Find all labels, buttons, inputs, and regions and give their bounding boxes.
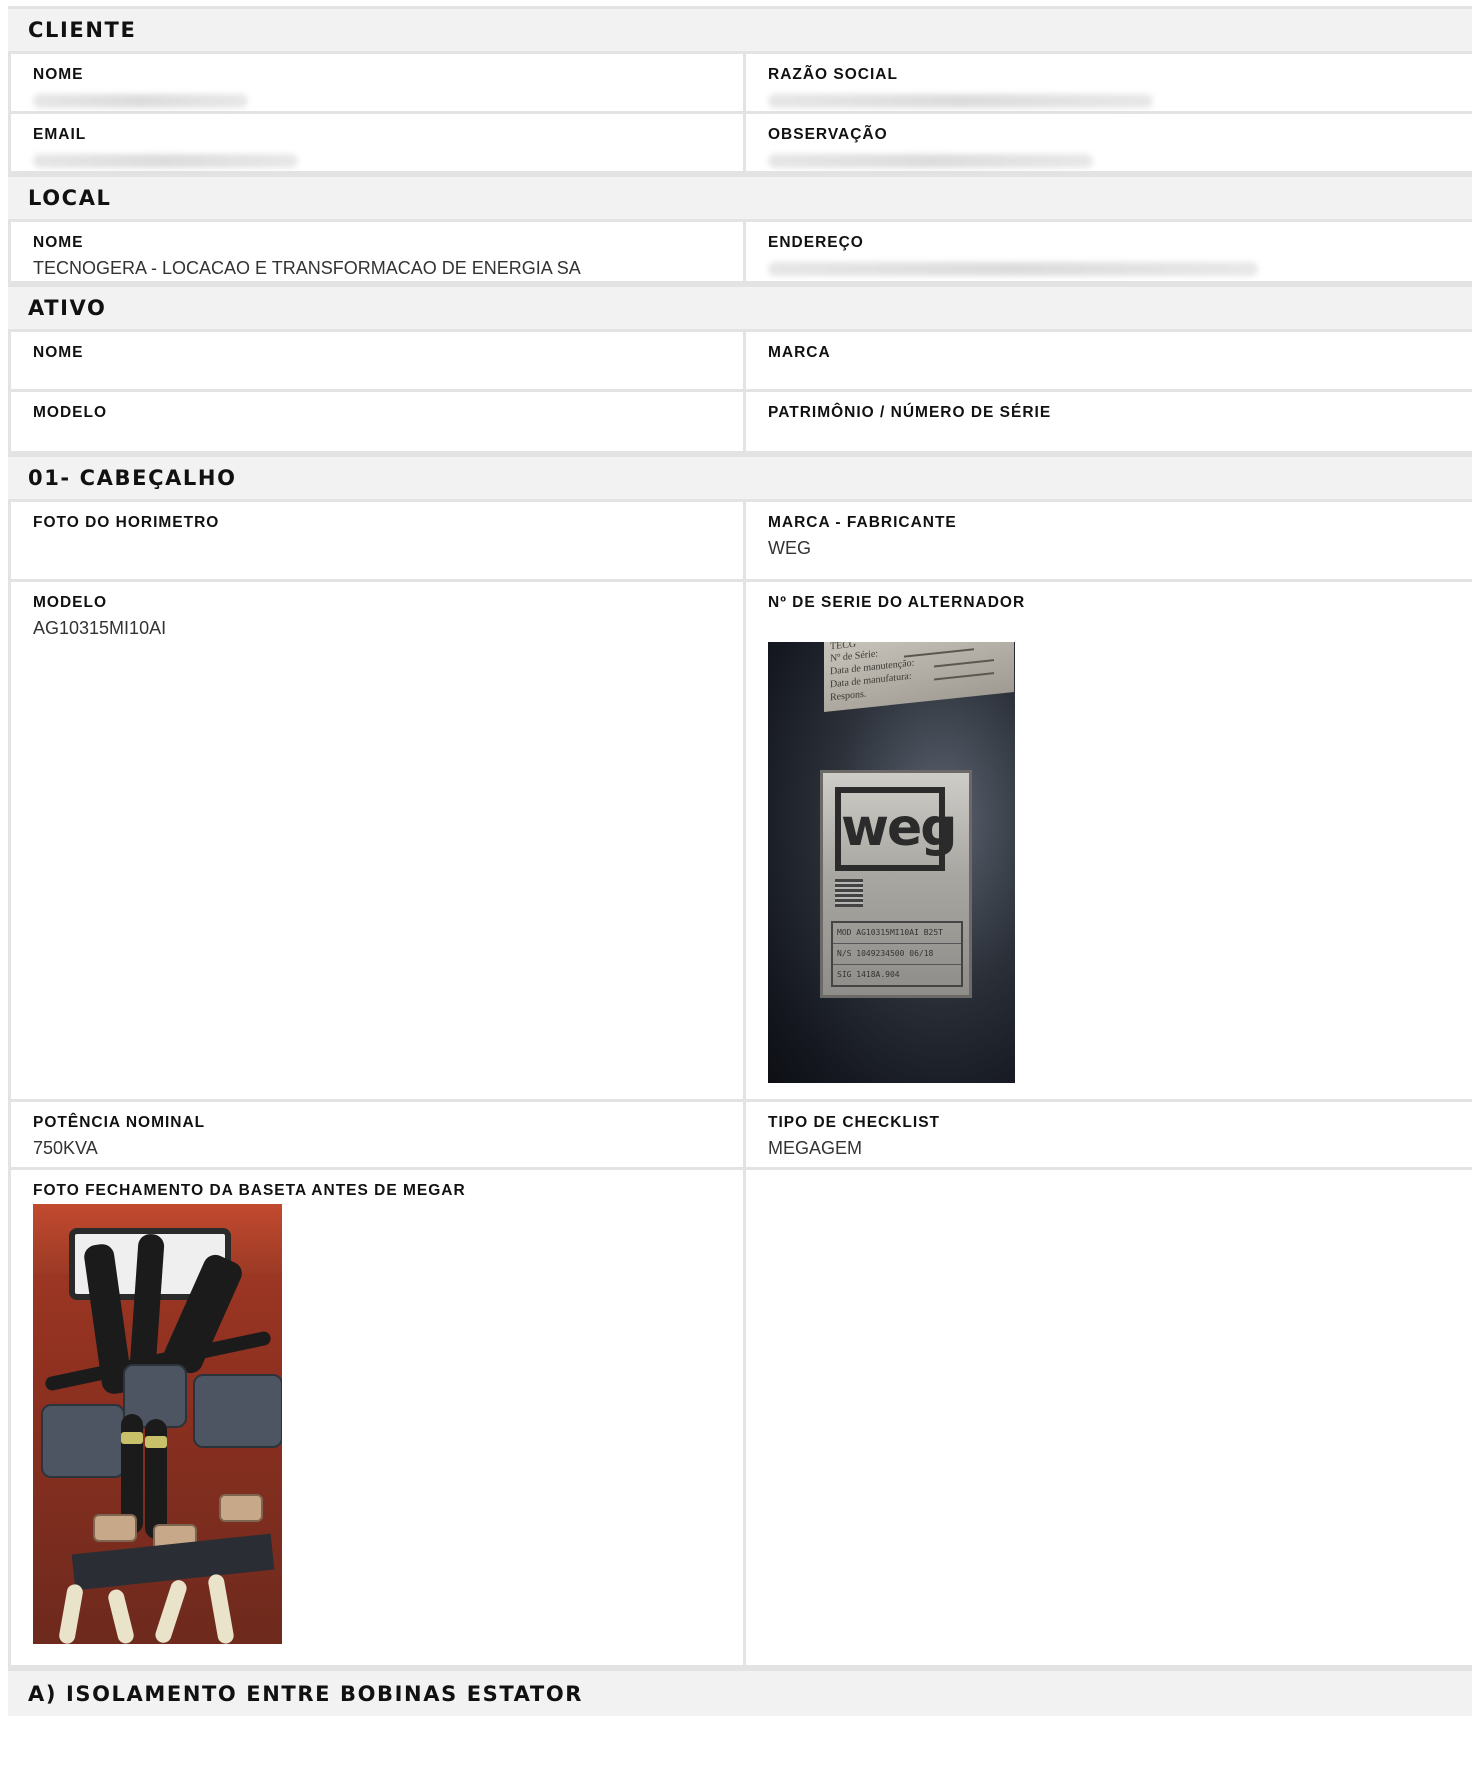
redacted-value [33, 154, 298, 168]
nameplate-row: MOD AG10315MI10AI B25T [833, 923, 961, 944]
field-label: ENDEREÇO [768, 234, 864, 251]
nameplate-table: MOD AG10315MI10AI B25T N/S 1049234500 06… [831, 921, 963, 987]
field-label: NOME [33, 66, 84, 83]
redacted-value [768, 262, 1258, 276]
marca-fabricante-cell: MARCA - FABRICANTE WEG [746, 502, 1472, 579]
cliente-nome-cell: NOME [8, 54, 746, 111]
ativo-modelo-cell: MODELO [8, 392, 746, 451]
local-endereco-cell: ENDEREÇO [746, 222, 1472, 281]
empty-cell [746, 1170, 1472, 1665]
field-label: MARCA - FABRICANTE [768, 514, 957, 531]
section-title: ATIVO [28, 296, 107, 320]
cabecalho-row-2: MODELO AG10315MI10AI Nº DE SERIE DO ALTE… [8, 582, 1472, 1102]
field-label: MODELO [33, 594, 108, 611]
section-local-header: LOCAL [8, 174, 1472, 222]
cliente-razao-cell: RAZÃO SOCIAL [746, 54, 1472, 111]
nameplate-row: N/S 1049234500 06/18 [833, 944, 961, 965]
cabecalho-row-4: FOTO FECHAMENTO DA BASETA ANTES DE MEGAR [8, 1170, 1472, 1668]
ativo-row-1: NOME MARCA [8, 332, 1472, 392]
cliente-email-cell: EMAIL [8, 114, 746, 171]
field-label: EMAIL [33, 126, 87, 143]
field-label: POTÊNCIA NOMINAL [33, 1114, 206, 1131]
local-row-1: NOME TECNOGERA - LOCACAO E TRANSFORMACAO… [8, 222, 1472, 284]
redacted-value [768, 94, 1153, 108]
redacted-value [768, 154, 1093, 168]
field-label: MARCA [768, 344, 831, 361]
section-cliente-header: CLIENTE [8, 6, 1472, 54]
cabecalho-row-3: POTÊNCIA NOMINAL 750KVA TIPO DE CHECKLIS… [8, 1102, 1472, 1170]
cliente-row-2: EMAIL OBSERVAÇÃO [8, 114, 1472, 174]
baseta-photo[interactable] [33, 1204, 282, 1644]
section-ativo-header: ATIVO [8, 284, 1472, 332]
field-value: 750KVA [33, 1138, 98, 1158]
section-title: LOCAL [28, 186, 112, 210]
field-label: FOTO DO HORIMETRO [33, 514, 220, 531]
checklist-document: CLIENTE NOME RAZÃO SOCIAL EMAIL OBSERVAÇ… [8, 6, 1472, 1716]
field-label: RAZÃO SOCIAL [768, 66, 898, 83]
section-title: A) ISOLAMENTO ENTRE BOBINAS ESTATOR [28, 1681, 584, 1706]
ativo-marca-cell: MARCA [746, 332, 1472, 389]
alternator-nameplate-photo[interactable]: TECG Nº de Série: Data de manutenção: Da… [768, 642, 1015, 1083]
field-label: NOME [33, 344, 84, 361]
field-label: NOME [33, 234, 84, 251]
field-label: Nº DE SERIE DO ALTERNADOR [768, 594, 1026, 611]
qr-code-icon [835, 879, 863, 907]
serie-alternador-cell: Nº DE SERIE DO ALTERNADOR TECG Nº de Sér… [746, 582, 1472, 1099]
field-value: MEGAGEM [768, 1138, 863, 1158]
potencia-cell: POTÊNCIA NOMINAL 750KVA [8, 1102, 746, 1167]
weg-logo: weg [835, 787, 958, 871]
weg-nameplate: weg MOD AG10315MI10AI B25T N/S 104923450… [820, 770, 972, 998]
redacted-value [33, 94, 248, 108]
modelo-cell: MODELO AG10315MI10AI [8, 582, 746, 1099]
nameplate-row: SIG 1418A.904 [837, 970, 900, 979]
sticker-line: Respons. [830, 688, 867, 704]
section-title: 01- CABEÇALHO [28, 466, 237, 490]
cabecalho-row-1: FOTO DO HORIMETRO MARCA - FABRICANTE WEG [8, 502, 1472, 582]
maintenance-sticker: TECG Nº de Série: Data de manutenção: Da… [824, 642, 1014, 712]
field-label: PATRIMÔNIO / NÚMERO DE SÉRIE [768, 404, 1052, 421]
field-value: WEG [768, 538, 811, 558]
foto-horimetro-cell: FOTO DO HORIMETRO [8, 502, 746, 579]
field-label: FOTO FECHAMENTO DA BASETA ANTES DE MEGAR [33, 1182, 466, 1199]
tipo-checklist-cell: TIPO DE CHECKLIST MEGAGEM [746, 1102, 1472, 1167]
ativo-nome-cell: NOME [8, 332, 746, 389]
section-isolamento-header: A) ISOLAMENTO ENTRE BOBINAS ESTATOR [8, 1668, 1472, 1716]
field-label: MODELO [33, 404, 108, 421]
foto-baseta-cell: FOTO FECHAMENTO DA BASETA ANTES DE MEGAR [8, 1170, 746, 1665]
cliente-obs-cell: OBSERVAÇÃO [746, 114, 1472, 171]
field-label: TIPO DE CHECKLIST [768, 1114, 941, 1131]
field-label: OBSERVAÇÃO [768, 126, 888, 143]
ativo-row-2: MODELO PATRIMÔNIO / NÚMERO DE SÉRIE [8, 392, 1472, 454]
field-value: AG10315MI10AI [33, 618, 167, 638]
ativo-patrimonio-cell: PATRIMÔNIO / NÚMERO DE SÉRIE [746, 392, 1472, 451]
section-cabecalho-header: 01- CABEÇALHO [8, 454, 1472, 502]
field-value: TECNOGERA - LOCACAO E TRANSFORMACAO DE E… [33, 258, 581, 278]
cliente-row-1: NOME RAZÃO SOCIAL [8, 54, 1472, 114]
section-title: CLIENTE [28, 18, 137, 42]
local-nome-cell: NOME TECNOGERA - LOCACAO E TRANSFORMACAO… [8, 222, 746, 281]
